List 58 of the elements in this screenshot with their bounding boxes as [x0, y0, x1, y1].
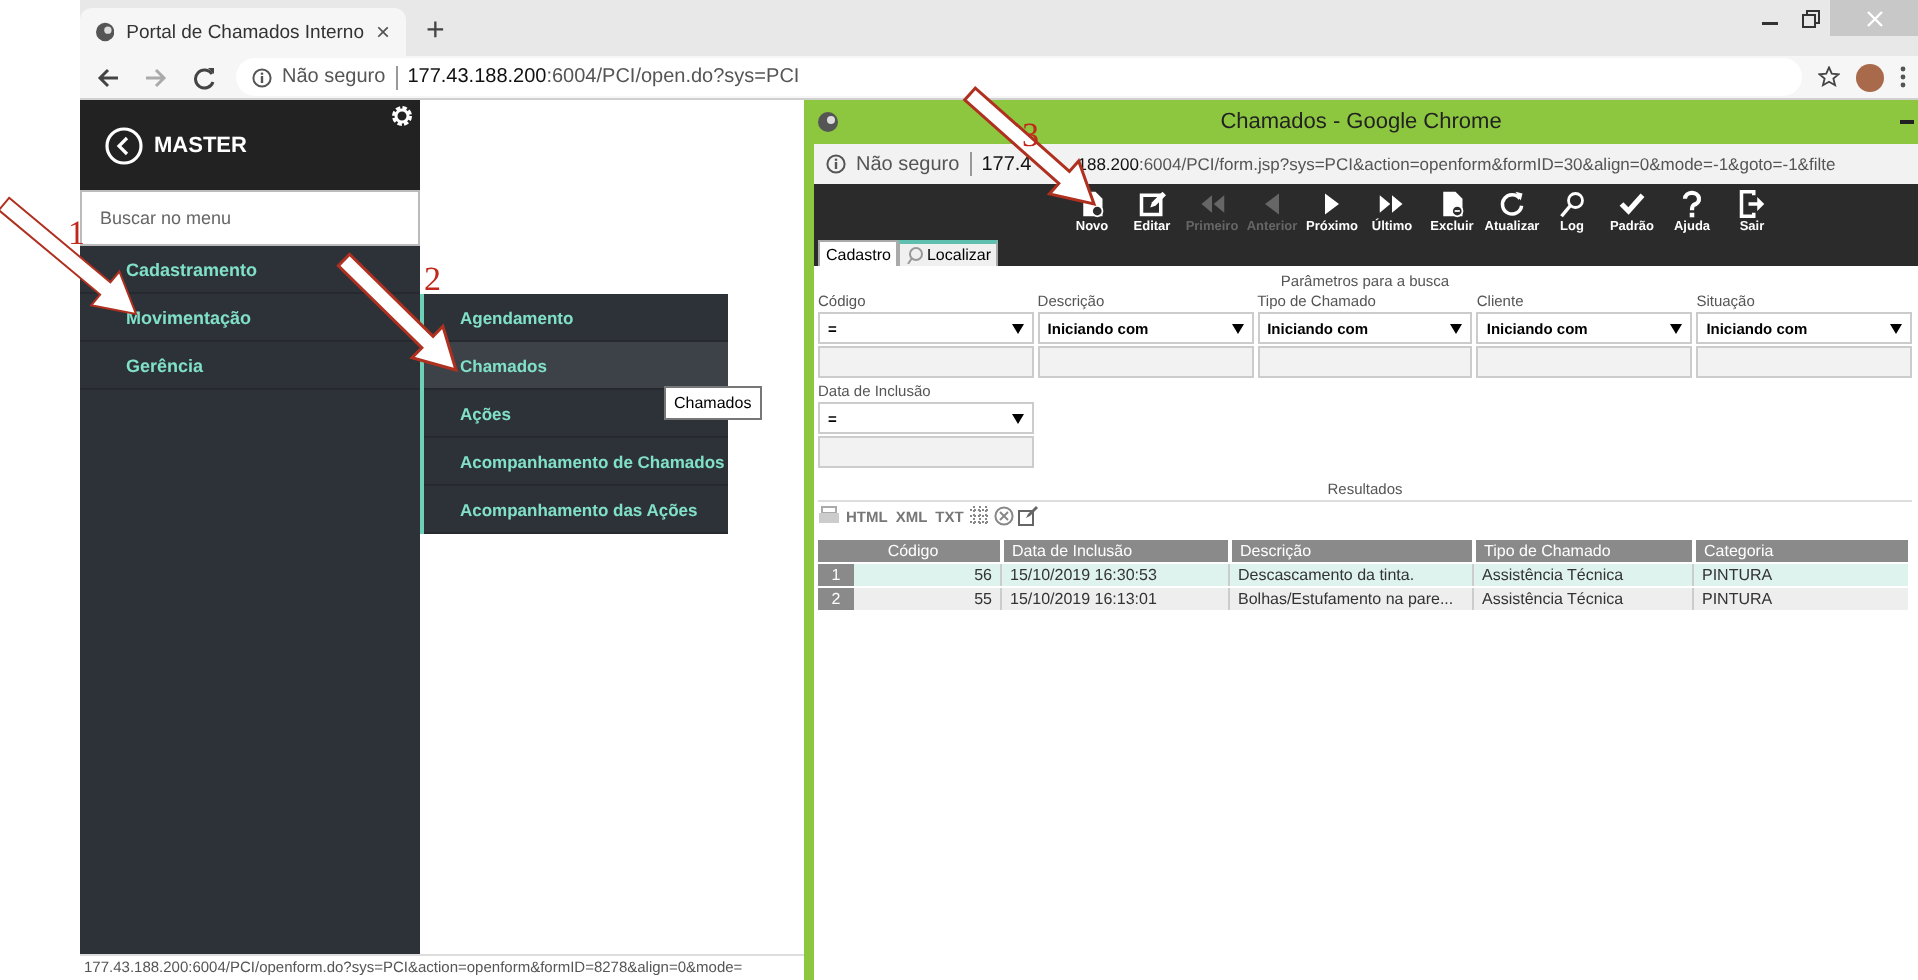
- tab[interactable]: Cadastro: [818, 240, 899, 266]
- toolbar-icon: [1138, 190, 1166, 218]
- filter-input[interactable]: [1696, 346, 1912, 378]
- avatar-icon[interactable]: [1856, 63, 1884, 91]
- info-icon: [252, 67, 272, 87]
- filter-input[interactable]: [818, 436, 1034, 468]
- address-bar[interactable]: Não seguro 177.43.188.200:6004/PCI/open.do?sys=PCI: [236, 58, 1802, 96]
- toolbar-icon: [1498, 190, 1526, 218]
- back-circle-icon[interactable]: [104, 125, 144, 165]
- restore-icon: [1801, 9, 1819, 27]
- table-cell: 56: [854, 564, 1000, 586]
- info-icon: [826, 154, 846, 174]
- table-cell: 55: [854, 588, 1000, 610]
- table-cell: Assistência Técnica: [1472, 564, 1692, 586]
- table-cell: Descascamento da tinta.: [1228, 564, 1472, 586]
- filter-input[interactable]: [1257, 346, 1473, 378]
- filter-input[interactable]: [1037, 346, 1254, 378]
- tooltip: Chamados: [664, 386, 762, 420]
- settings-icon[interactable]: [390, 104, 414, 128]
- menu-icon[interactable]: [1900, 66, 1906, 88]
- table-cell: Assistência Técnica: [1472, 588, 1692, 610]
- search-icon: [906, 246, 925, 264]
- menu-search-field[interactable]: Buscar no menu: [80, 190, 420, 246]
- edit-icon[interactable]: [1017, 506, 1038, 526]
- clear-icon[interactable]: [993, 506, 1014, 526]
- submenu-item[interactable]: Chamados: [424, 342, 728, 390]
- toolbar-icon: [1738, 190, 1766, 218]
- close-tab-button[interactable]: ×: [375, 18, 390, 46]
- new-tab-button[interactable]: +: [406, 8, 465, 56]
- table-cell: PINTURA: [1692, 588, 1908, 610]
- printer-icon[interactable]: [818, 506, 840, 526]
- favicon-icon: [818, 112, 838, 132]
- toolbar-icon: [1438, 190, 1466, 218]
- annotation-arrow: [336, 252, 459, 373]
- address-bar[interactable]: Não seguro 177.4 188.200:6004/PCI/form.jsp?sys=PCI&action=openform&formID=30&align=0&mode=-1&goto=-1&filte: [814, 144, 1918, 184]
- annotation-number: 2: [424, 260, 441, 298]
- star-icon[interactable]: [1818, 66, 1840, 88]
- row-number: 1: [818, 564, 854, 586]
- close-icon: [1865, 9, 1883, 27]
- filter-input[interactable]: [1476, 346, 1693, 378]
- tab[interactable]: Localizar: [898, 240, 999, 266]
- table-cell: 15/10/2019 16:30:53: [1000, 564, 1228, 586]
- window-title: Chamados - Google Chrome: [1218, 110, 1504, 134]
- filter-input[interactable]: [818, 346, 1034, 378]
- grid-icon[interactable]: [969, 506, 990, 526]
- table-cell: Bolhas/Estufamento na pare...: [1228, 588, 1472, 610]
- menu-title: MASTER: [154, 133, 247, 157]
- table-cell: 15/10/2019 16:13:01: [1000, 588, 1228, 610]
- toolbar-icon: [1618, 190, 1646, 218]
- annotation-number: 1: [68, 214, 85, 252]
- row-number: 2: [818, 588, 854, 610]
- toolbar-icon: [1198, 190, 1226, 218]
- toolbar-icon: [1678, 190, 1706, 218]
- browser-tab[interactable]: Portal de Chamados Interno ×: [80, 8, 406, 56]
- toolbar-icon: [1378, 190, 1406, 218]
- table-cell: PINTURA: [1692, 564, 1908, 586]
- toolbar-icon: [1558, 190, 1586, 218]
- favicon-icon: [96, 22, 115, 42]
